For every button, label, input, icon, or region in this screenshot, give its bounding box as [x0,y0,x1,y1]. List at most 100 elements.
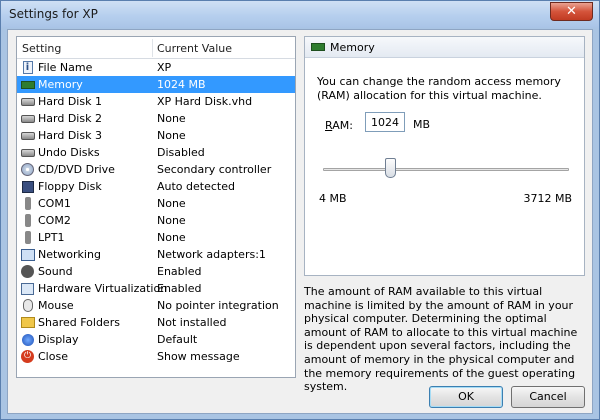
setting-value: None [157,129,186,142]
ram-unit: MB [413,118,431,131]
serial-port-icon [20,196,35,211]
ram-slider-track[interactable] [323,168,569,171]
undo-disk-icon-shape [20,148,35,157]
parallel-port-icon-shape [24,231,31,244]
list-item[interactable]: Display Default [17,331,295,348]
column-header-current-value[interactable]: Current Value [157,42,232,55]
floppy-icon-shape [21,180,34,193]
ram-info-note: The amount of RAM available to this virt… [304,285,578,394]
setting-name: Floppy Disk [38,180,102,193]
setting-name: COM2 [38,214,71,227]
list-item[interactable]: Memory 1024 MB [17,76,295,93]
setting-name: Display [38,333,79,346]
setting-name: Mouse [38,299,74,312]
ram-slider-thumb[interactable] [385,158,397,178]
slider-min-label: 4 MB [319,192,347,205]
hard-disk-icon [20,111,35,126]
list-item[interactable]: i File Name XP [17,59,295,76]
network-icon-shape [20,248,35,261]
setting-name: Hard Disk 2 [38,112,102,125]
list-item[interactable]: Mouse No pointer integration [17,297,295,314]
settings-rows: i File Name XP Memory 1024 MB Hard Disk 1 XP H… [17,59,295,365]
list-item[interactable]: Sound Enabled [17,263,295,280]
memory-icon [20,77,35,92]
list-item[interactable]: CD/DVD Drive Secondary controller [17,161,295,178]
setting-name: Hardware Virtualization [38,282,168,295]
title-bar[interactable]: Settings for XP ✕ [1,1,599,28]
memory-panel: Memory You can change the random access … [304,36,585,276]
parallel-port-icon [20,230,35,245]
hardware-virtualization-icon-shape [21,282,34,295]
list-item[interactable]: COM1 None [17,195,295,212]
setting-name: Undo Disks [38,146,100,159]
setting-value: Enabled [157,282,202,295]
setting-value: XP Hard Disk.vhd [157,95,253,108]
memory-icon [311,43,325,51]
setting-name: Networking [38,248,101,261]
panel-description: You can change the random access memory … [317,75,561,102]
ok-button[interactable]: OK [429,386,503,408]
list-item[interactable]: Hard Disk 1 XP Hard Disk.vhd [17,93,295,110]
setting-value: Default [157,333,198,346]
setting-value: None [157,231,186,244]
list-item[interactable]: Hard Disk 3 None [17,127,295,144]
setting-value: XP [157,61,172,74]
settings-list[interactable]: Setting Current Value i File Name XP Memory… [16,36,296,378]
hard-disk-icon [20,128,35,143]
ram-label-text: AM: [332,119,353,132]
close-window-button[interactable]: ✕ [550,2,593,21]
setting-name: CD/DVD Drive [38,163,115,176]
hard-disk-icon [20,94,35,109]
mouse-icon [20,298,35,313]
list-item[interactable]: Shared Folders Not installed [17,314,295,331]
ram-input[interactable] [365,112,405,132]
setting-value: Not installed [157,316,227,329]
shared-folder-icon [20,315,35,330]
sound-icon-shape [21,265,34,278]
serial-port-icon-shape [24,197,31,210]
hard-disk-icon-shape [20,131,35,140]
setting-name: Close [38,350,68,363]
close-icon: ✕ [566,4,577,19]
close-power-icon: ⏻ [20,349,35,364]
cd-dvd-icon-shape [21,163,34,176]
setting-name: Sound [38,265,73,278]
list-item[interactable]: Networking Network adapters:1 [17,246,295,263]
list-item[interactable]: COM2 None [17,212,295,229]
setting-value: None [157,112,186,125]
hard-disk-icon-shape [20,114,35,123]
file-info-icon-shape: i [22,61,33,74]
list-item[interactable]: Undo Disks Disabled [17,144,295,161]
list-item[interactable]: Hardware Virtualization Enabled [17,280,295,297]
hardware-virtualization-icon [20,281,35,296]
memory-icon-shape [20,80,35,89]
cancel-button[interactable]: Cancel [511,386,585,408]
setting-value: Auto detected [157,180,235,193]
close-power-icon-shape: ⏻ [21,350,34,363]
setting-value: None [157,214,186,227]
settings-window: Settings for XP ✕ Setting Current Value … [0,0,600,420]
setting-name: Memory [38,78,83,91]
window-title: Settings for XP [9,7,98,21]
dialog-body: Setting Current Value i File Name XP Memory… [7,29,593,414]
list-item[interactable]: Hard Disk 2 None [17,110,295,127]
shared-folder-icon-shape [20,317,35,328]
setting-name: Hard Disk 3 [38,129,102,142]
list-item[interactable]: Floppy Disk Auto detected [17,178,295,195]
setting-value: 1024 MB [157,78,206,91]
display-icon-shape [21,333,34,346]
serial-port-icon-shape [24,214,31,227]
network-icon [20,247,35,262]
column-header-setting[interactable]: Setting [22,42,61,55]
panel-title: Memory [330,41,375,54]
display-icon [20,332,35,347]
setting-value: Secondary controller [157,163,272,176]
setting-name: Hard Disk 1 [38,95,102,108]
column-separator[interactable] [152,39,153,57]
list-item[interactable]: LPT1 None [17,229,295,246]
mouse-icon-shape [22,299,33,312]
floppy-icon [20,179,35,194]
list-item[interactable]: ⏻ Close Show message [17,348,295,365]
setting-name: COM1 [38,197,71,210]
ram-label: RAM: [325,119,353,132]
